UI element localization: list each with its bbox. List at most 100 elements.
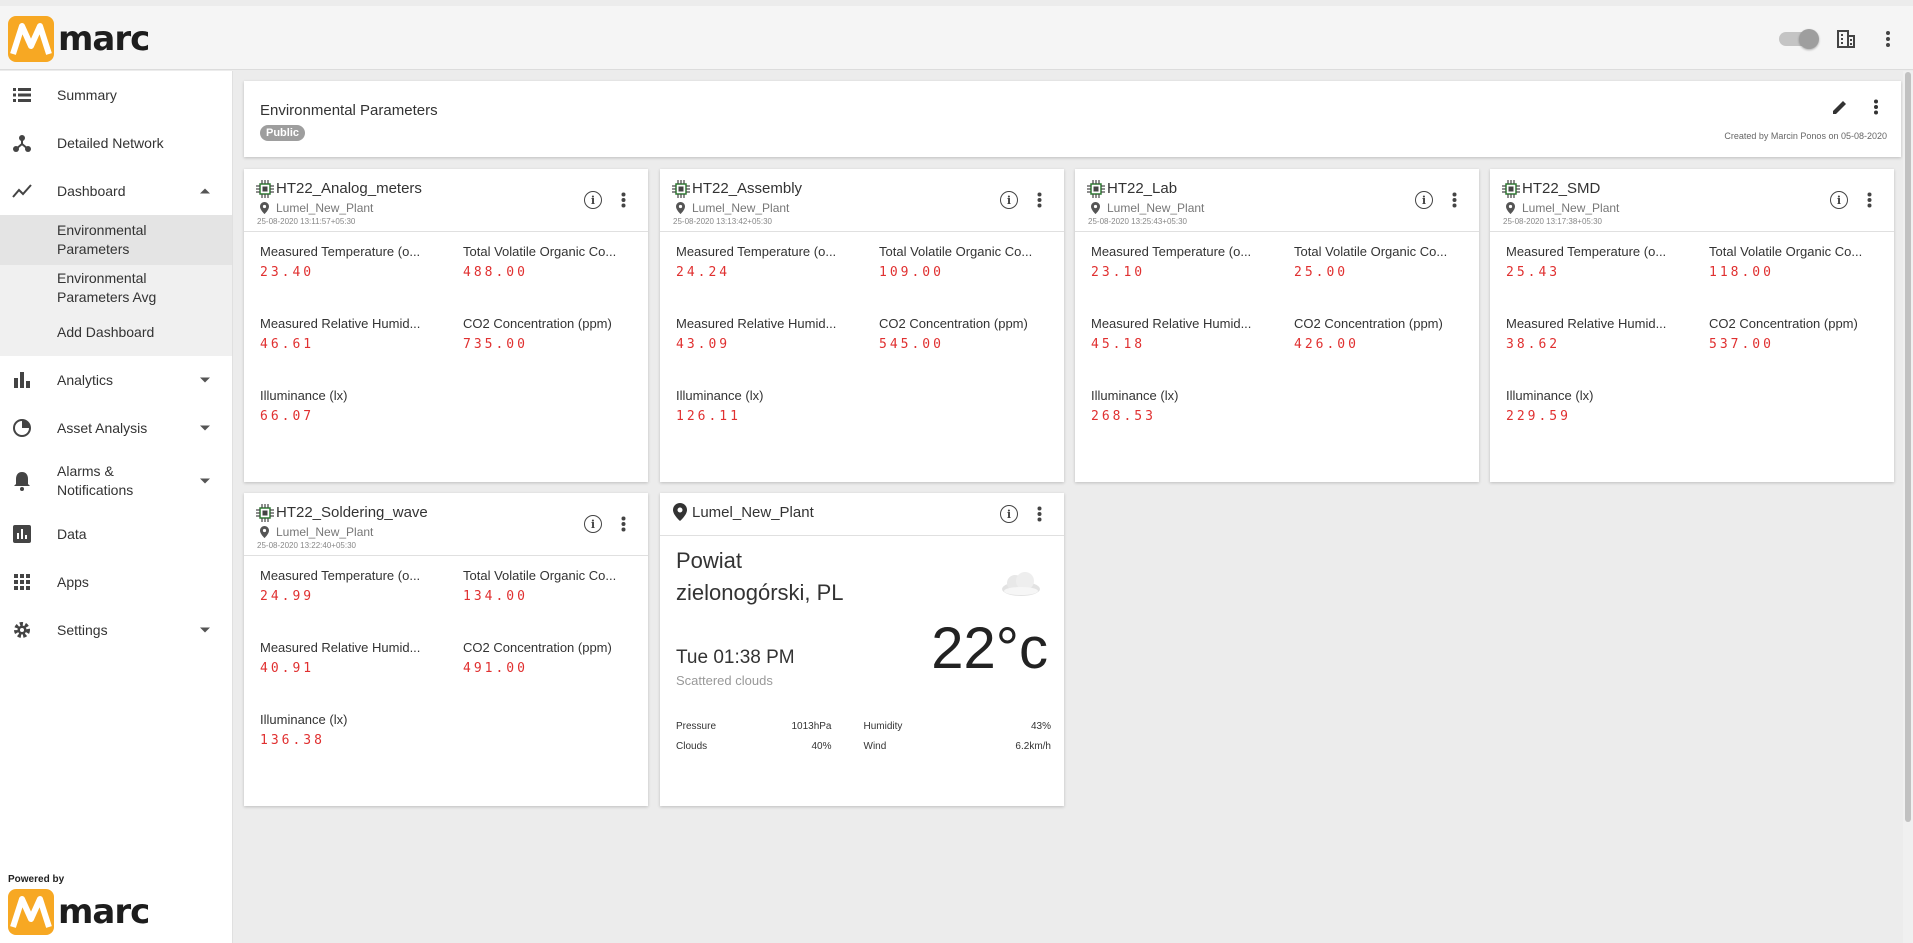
more-vert-icon[interactable]	[1445, 191, 1463, 209]
metric-value: 426.00	[1294, 337, 1359, 352]
device-name: HT22_SMD	[1522, 180, 1601, 197]
device-location: Lumel_New_Plant	[1107, 201, 1205, 215]
more-vert-icon[interactable]	[1877, 28, 1899, 50]
metric-co2[interactable]: CO2 Concentration (ppm) 545.00	[879, 316, 1069, 352]
metric-tvoc[interactable]: Total Volatile Organic Co... 488.00	[463, 244, 653, 280]
marc-logo[interactable]: marc	[8, 16, 150, 62]
metric-lux[interactable]: Illuminance (lx) 229.59	[1506, 388, 1696, 424]
weather-card: Lumel_New_Plant i Powiat zielonogórski, …	[660, 493, 1064, 806]
more-vert-icon[interactable]	[1030, 505, 1048, 523]
metric-rh[interactable]: Measured Relative Humid... 45.18	[1091, 316, 1281, 352]
metric-lux[interactable]: Illuminance (lx) 136.38	[260, 712, 450, 748]
main-content: Environmental Parameters Public Created …	[234, 71, 1913, 943]
sidebar-subitem-environmental-parameters[interactable]: Environmental Parameters	[0, 215, 232, 265]
metric-value: 109.00	[879, 265, 944, 280]
metric-label: CO2 Concentration (ppm)	[1294, 316, 1443, 331]
metric-value: 126.11	[676, 409, 741, 424]
more-vert-icon[interactable]	[1030, 191, 1048, 209]
sidebar-item-detailed-network[interactable]: Detailed Network	[0, 119, 232, 167]
more-vert-icon[interactable]	[614, 515, 632, 533]
marc-logo-icon	[8, 16, 54, 62]
caret-down-icon	[200, 478, 210, 484]
metric-value: 488.00	[463, 265, 528, 280]
chip-icon	[1502, 180, 1520, 198]
metric-lux[interactable]: Illuminance (lx) 126.11	[676, 388, 866, 424]
metric-label: Total Volatile Organic Co...	[463, 244, 617, 259]
sidebar-item-dashboard[interactable]: Dashboard	[0, 167, 232, 215]
metric-label: Total Volatile Organic Co...	[463, 568, 617, 583]
trending-icon	[11, 180, 33, 202]
metric-rh[interactable]: Measured Relative Humid... 38.62	[1506, 316, 1696, 352]
list-icon	[11, 84, 33, 106]
metric-lux[interactable]: Illuminance (lx) 268.53	[1091, 388, 1281, 424]
metric-temp[interactable]: Measured Temperature (o... 23.40	[260, 244, 450, 280]
metric-temp[interactable]: Measured Temperature (o... 24.99	[260, 568, 450, 604]
more-vert-icon[interactable]	[614, 191, 632, 209]
wind-value: 6.2km/h	[1015, 741, 1051, 752]
weather-description: Scattered clouds	[676, 673, 773, 688]
info-icon[interactable]: i	[584, 515, 602, 533]
metric-temp[interactable]: Measured Temperature (o... 25.43	[1506, 244, 1696, 280]
metric-tvoc[interactable]: Total Volatile Organic Co... 134.00	[463, 568, 653, 604]
metric-value: 40.91	[260, 661, 315, 676]
data-icon	[11, 523, 33, 545]
sidebar-item-apps[interactable]: Apps	[0, 558, 232, 606]
sidebar-item-label: Summary	[57, 87, 117, 103]
device-timestamp: 25-08-2020 13:22:40+05:30	[257, 541, 356, 550]
pressure-value: 1013hPa	[791, 721, 832, 732]
device-card: HT22_Analog_meters Lumel_New_Plant 25-08…	[244, 169, 648, 482]
metric-value: 134.00	[463, 589, 528, 604]
metric-co2[interactable]: CO2 Concentration (ppm) 426.00	[1294, 316, 1484, 352]
info-icon[interactable]: i	[1415, 191, 1433, 209]
metric-rh[interactable]: Measured Relative Humid... 40.91	[260, 640, 450, 676]
theme-toggle[interactable]	[1779, 29, 1819, 49]
metric-rh[interactable]: Measured Relative Humid... 46.61	[260, 316, 450, 352]
info-icon[interactable]: i	[1000, 191, 1018, 209]
metric-value: 491.00	[463, 661, 528, 676]
sidebar-item-data[interactable]: Data	[0, 510, 232, 558]
metric-label: CO2 Concentration (ppm)	[463, 640, 612, 655]
device-name: HT22_Analog_meters	[276, 180, 422, 197]
caret-up-icon	[200, 188, 210, 194]
sidebar-item-asset-analysis[interactable]: Asset Analysis	[0, 404, 232, 452]
metric-lux[interactable]: Illuminance (lx) 66.07	[260, 388, 450, 424]
device-location: Lumel_New_Plant	[692, 201, 790, 215]
brand-name: marc	[58, 19, 150, 59]
info-icon[interactable]: i	[584, 191, 602, 209]
metric-label: Measured Temperature (o...	[676, 244, 837, 259]
sidebar-item-alarms[interactable]: Alarms & Notifications	[0, 452, 232, 510]
metric-temp[interactable]: Measured Temperature (o... 23.10	[1091, 244, 1281, 280]
sidebar-item-settings[interactable]: Settings	[0, 606, 232, 654]
sidebar-item-label: Detailed Network	[57, 135, 164, 151]
info-icon[interactable]: i	[1000, 505, 1018, 523]
sidebar-item-summary[interactable]: Summary	[0, 71, 232, 119]
metric-temp[interactable]: Measured Temperature (o... 24.24	[676, 244, 866, 280]
metric-co2[interactable]: CO2 Concentration (ppm) 491.00	[463, 640, 653, 676]
edit-icon[interactable]	[1829, 96, 1851, 118]
metric-tvoc[interactable]: Total Volatile Organic Co... 118.00	[1709, 244, 1899, 280]
location-pin-icon	[1091, 202, 1100, 214]
metric-tvoc[interactable]: Total Volatile Organic Co... 25.00	[1294, 244, 1484, 280]
sidebar-item-label: Dashboard	[57, 183, 126, 199]
caret-down-icon	[200, 627, 210, 633]
sidebar-item-label: Analytics	[57, 372, 114, 388]
device-timestamp: 25-08-2020 13:25:43+05:30	[1088, 217, 1187, 226]
metric-rh[interactable]: Measured Relative Humid... 43.09	[676, 316, 866, 352]
metric-value: 25.43	[1506, 265, 1561, 280]
metric-co2[interactable]: CO2 Concentration (ppm) 735.00	[463, 316, 653, 352]
metric-co2[interactable]: CO2 Concentration (ppm) 537.00	[1709, 316, 1899, 352]
more-vert-icon[interactable]	[1860, 191, 1878, 209]
metric-label: Measured Relative Humid...	[260, 640, 421, 655]
device-card: HT22_Lab Lumel_New_Plant 25-08-2020 13:2…	[1075, 169, 1479, 482]
metric-value: 735.00	[463, 337, 528, 352]
sidebar-item-analytics[interactable]: Analytics	[0, 356, 232, 404]
metric-tvoc[interactable]: Total Volatile Organic Co... 109.00	[879, 244, 1069, 280]
device-card: HT22_Assembly Lumel_New_Plant 25-08-2020…	[660, 169, 1064, 482]
building-icon[interactable]	[1835, 28, 1857, 50]
scrollbar-thumb[interactable]	[1905, 72, 1911, 822]
metric-label: Measured Relative Humid...	[260, 316, 421, 331]
info-icon[interactable]: i	[1830, 191, 1848, 209]
sidebar-subitem-environmental-parameters-avg[interactable]: Environmental Parameters Avg	[0, 265, 232, 315]
sidebar-subitem-add-dashboard[interactable]: Add Dashboard	[0, 315, 232, 356]
more-vert-icon[interactable]	[1865, 96, 1887, 118]
